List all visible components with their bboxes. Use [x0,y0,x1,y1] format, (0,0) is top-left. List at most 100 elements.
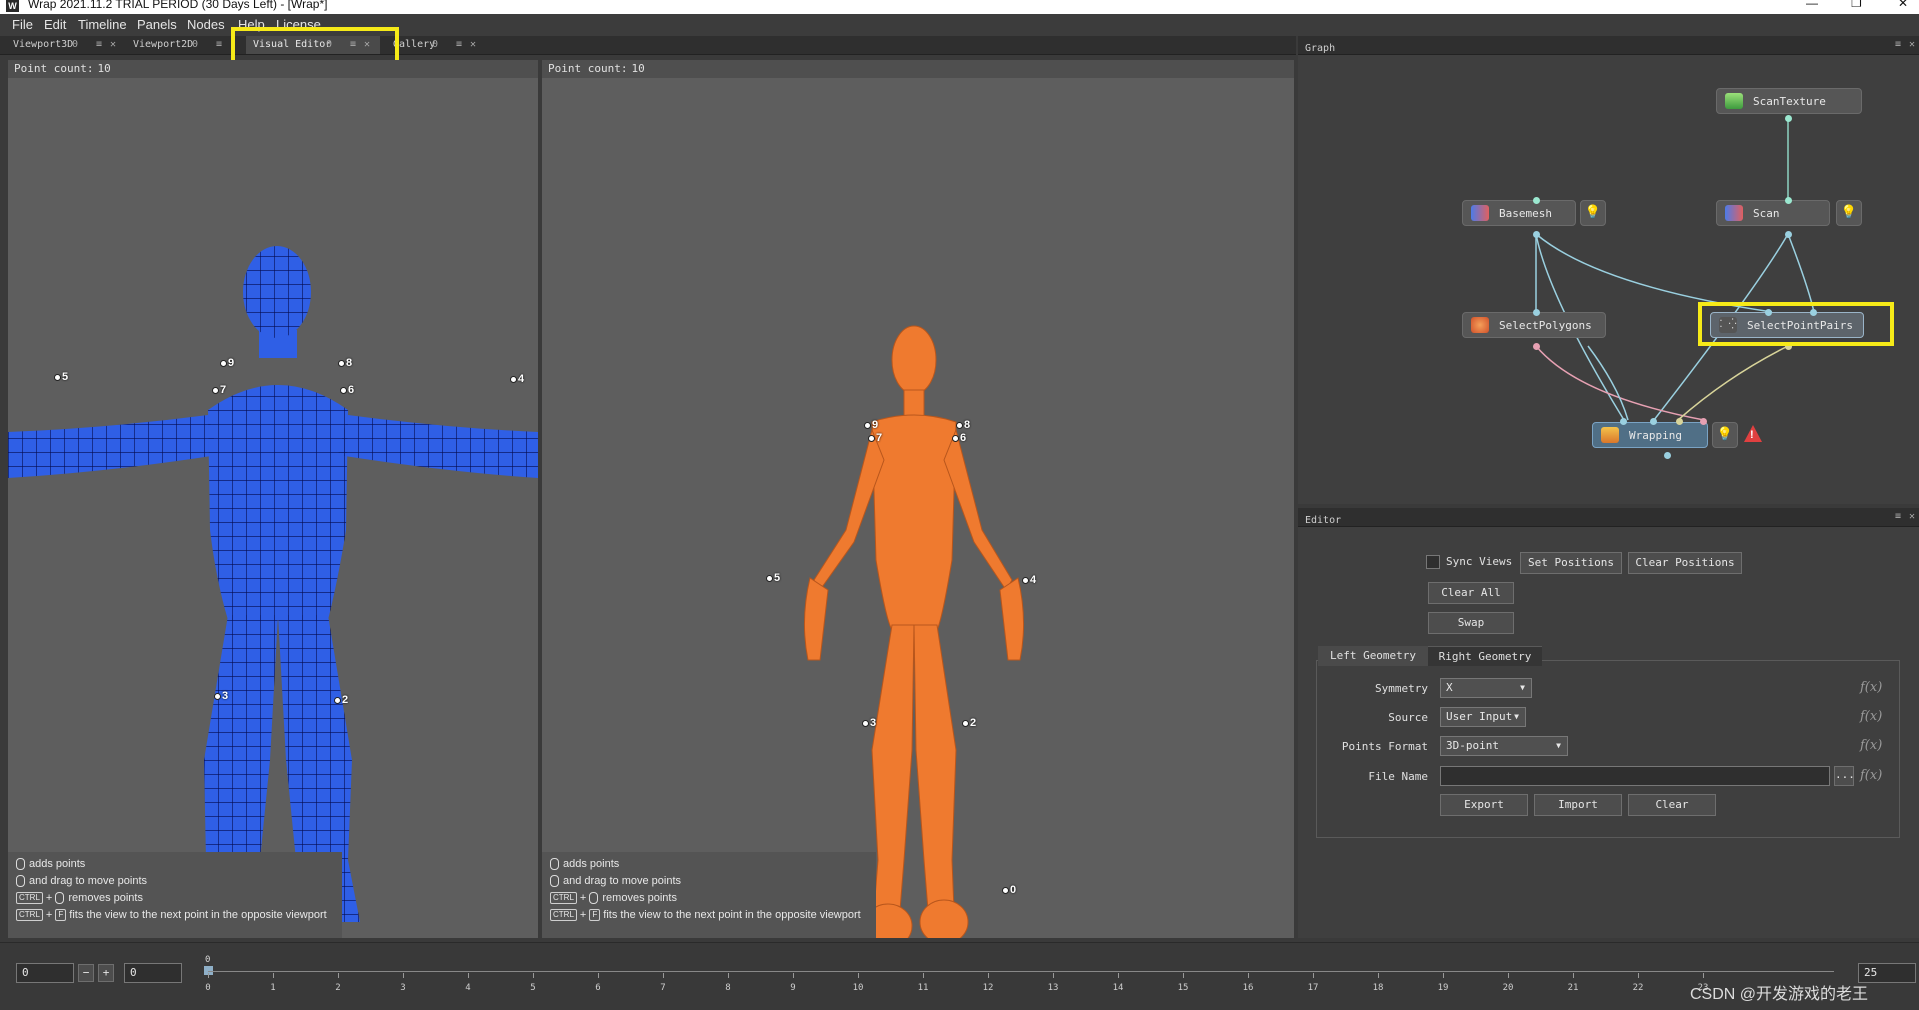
marker-4[interactable]: 4 [1022,574,1036,586]
clear-positions-button[interactable]: Clear Positions [1628,552,1742,574]
import-button[interactable]: Import [1534,794,1622,816]
timeline-minus-button[interactable]: − [78,964,94,982]
set-positions-button[interactable]: Set Positions [1520,552,1622,574]
watermark-text: CSDN @开发游戏的老王 [1690,986,1869,1003]
port[interactable] [1664,452,1671,459]
menu-timeline[interactable]: Timeline [78,17,127,32]
menu-file[interactable]: File [12,17,33,32]
minimize-icon[interactable]: — [1806,0,1818,10]
timeline-tick-mark [1248,973,1249,978]
wrapping-visibility-bulb-icon[interactable]: 💡 [1712,422,1738,448]
tab-right-geometry[interactable]: Right Geometry [1428,646,1542,666]
node-scan[interactable]: Scan [1716,200,1830,226]
marker-2[interactable]: 2 [334,694,348,706]
fx-icon[interactable]: f(x) [1860,768,1882,783]
marker-9[interactable]: 9 [864,419,878,431]
fx-icon[interactable]: f(x) [1860,709,1882,724]
right-viewport[interactable]: Point count:10 0 1 2 3 4 5 6 7 8 9 adds … [542,60,1294,938]
marker-3[interactable]: 3 [214,690,228,702]
points-format-select[interactable]: 3D-point ▼ [1440,736,1568,756]
editor-close-icon[interactable]: ✕ [1909,511,1915,522]
port[interactable] [1676,418,1683,425]
marker-4[interactable]: 4 [510,373,524,385]
timeline-tick-mark [793,973,794,978]
file-name-input[interactable] [1440,766,1830,786]
port[interactable] [1533,197,1540,204]
timeline-tick-label: 13 [1047,983,1059,993]
marker-3[interactable]: 3 [862,717,876,729]
node-label: ScanTexture [1753,95,1826,108]
marker-6[interactable]: 6 [952,432,966,444]
swap-button[interactable]: Swap [1428,612,1514,634]
tab-left-geometry[interactable]: Left Geometry [1318,646,1428,666]
graph-panel[interactable]: Graph ≡ ✕ ScanTexture Basemesh 💡 Scan 💡 … [1298,36,1919,504]
symmetry-value: X [1446,681,1453,694]
browse-button[interactable]: ... [1834,766,1855,786]
export-button[interactable]: Export [1440,794,1528,816]
port[interactable] [1533,343,1540,350]
timeline-tick-label: 0 [205,983,211,993]
tab-close-icon[interactable]: ✕ [110,36,116,54]
fx-icon[interactable]: f(x) [1860,738,1882,753]
close-window-icon[interactable]: ✕ [1898,0,1908,10]
wrapping-icon [1601,427,1619,443]
tab-menu-icon[interactable]: ≡ [456,36,462,54]
source-select[interactable]: User Input ▼ [1440,707,1526,727]
node-selectpolygons[interactable]: SelectPolygons [1462,312,1606,338]
timeline-tick-label: 5 [530,983,536,993]
tab-menu-icon[interactable]: ≡ [96,36,102,54]
symmetry-select[interactable]: X ▼ [1440,678,1532,698]
marker-2[interactable]: 2 [962,717,976,729]
marker-8[interactable]: 8 [338,357,352,369]
port[interactable] [1700,418,1707,425]
port[interactable] [1785,115,1792,122]
port[interactable] [1533,309,1540,316]
tab-menu-icon[interactable]: ≡ [216,36,222,54]
fx-icon[interactable]: f(x) [1860,680,1882,695]
timeline-track[interactable] [208,971,1834,972]
tab-viewport2d[interactable]: Viewport2D 0 ≡ [126,36,236,54]
node-basemesh[interactable]: Basemesh [1462,200,1576,226]
sync-views-checkbox[interactable] [1426,555,1440,569]
marker-8[interactable]: 8 [956,419,970,431]
editor-menu-icon[interactable]: ≡ [1895,511,1901,522]
menu-panels[interactable]: Panels [137,17,177,32]
port[interactable] [1650,418,1657,425]
timeline-tick-label: 12 [982,983,994,993]
left-viewport[interactable]: Point count: 10 2 3 4 5 6 7 8 9 adds poi… [8,60,538,938]
timeline-plus-button[interactable]: + [98,964,114,982]
clear-all-button[interactable]: Clear All [1428,582,1514,604]
tab-viewport3d[interactable]: Viewport3D 0 ≡ ✕ [6,36,120,54]
timeline-start-input[interactable]: 0 [16,963,74,983]
node-scantexture[interactable]: ScanTexture [1716,88,1862,114]
timeline-cursor-label: 0 [205,955,211,965]
plus-sign: + [579,892,587,904]
port[interactable] [1620,418,1627,425]
port[interactable] [1533,231,1540,238]
timeline-tick-mark [598,973,599,978]
timeline-tick-label: 11 [917,983,929,993]
timeline-current-input[interactable]: 0 [124,963,182,983]
node-wrapping[interactable]: Wrapping [1592,422,1708,448]
marker-6[interactable]: 6 [340,384,354,396]
source-value: User Input [1446,710,1513,723]
clear-button[interactable]: Clear [1628,794,1716,816]
marker-7[interactable]: 7 [212,384,226,396]
menu-edit[interactable]: Edit [44,17,66,32]
port[interactable] [1785,231,1792,238]
maximize-icon[interactable]: ❐ [1851,0,1862,10]
port[interactable] [1785,197,1792,204]
marker-5[interactable]: 5 [766,572,780,584]
marker-9[interactable]: 9 [220,357,234,369]
timeline-tick-mark [663,973,664,978]
menu-nodes[interactable]: Nodes [187,17,225,32]
marker-5[interactable]: 5 [54,371,68,383]
timeline-tick-mark [1703,973,1704,978]
marker-0[interactable]: 0 [1002,884,1016,896]
marker-7[interactable]: 7 [868,432,882,444]
tab-close-icon[interactable]: ✕ [470,36,476,54]
scan-visibility-bulb-icon[interactable]: 💡 [1836,200,1862,226]
tab-gallery[interactable]: Gallery 0 ≡ ✕ [386,36,482,54]
hint-text: adds points [563,858,620,870]
basemesh-visibility-bulb-icon[interactable]: 💡 [1580,200,1606,226]
